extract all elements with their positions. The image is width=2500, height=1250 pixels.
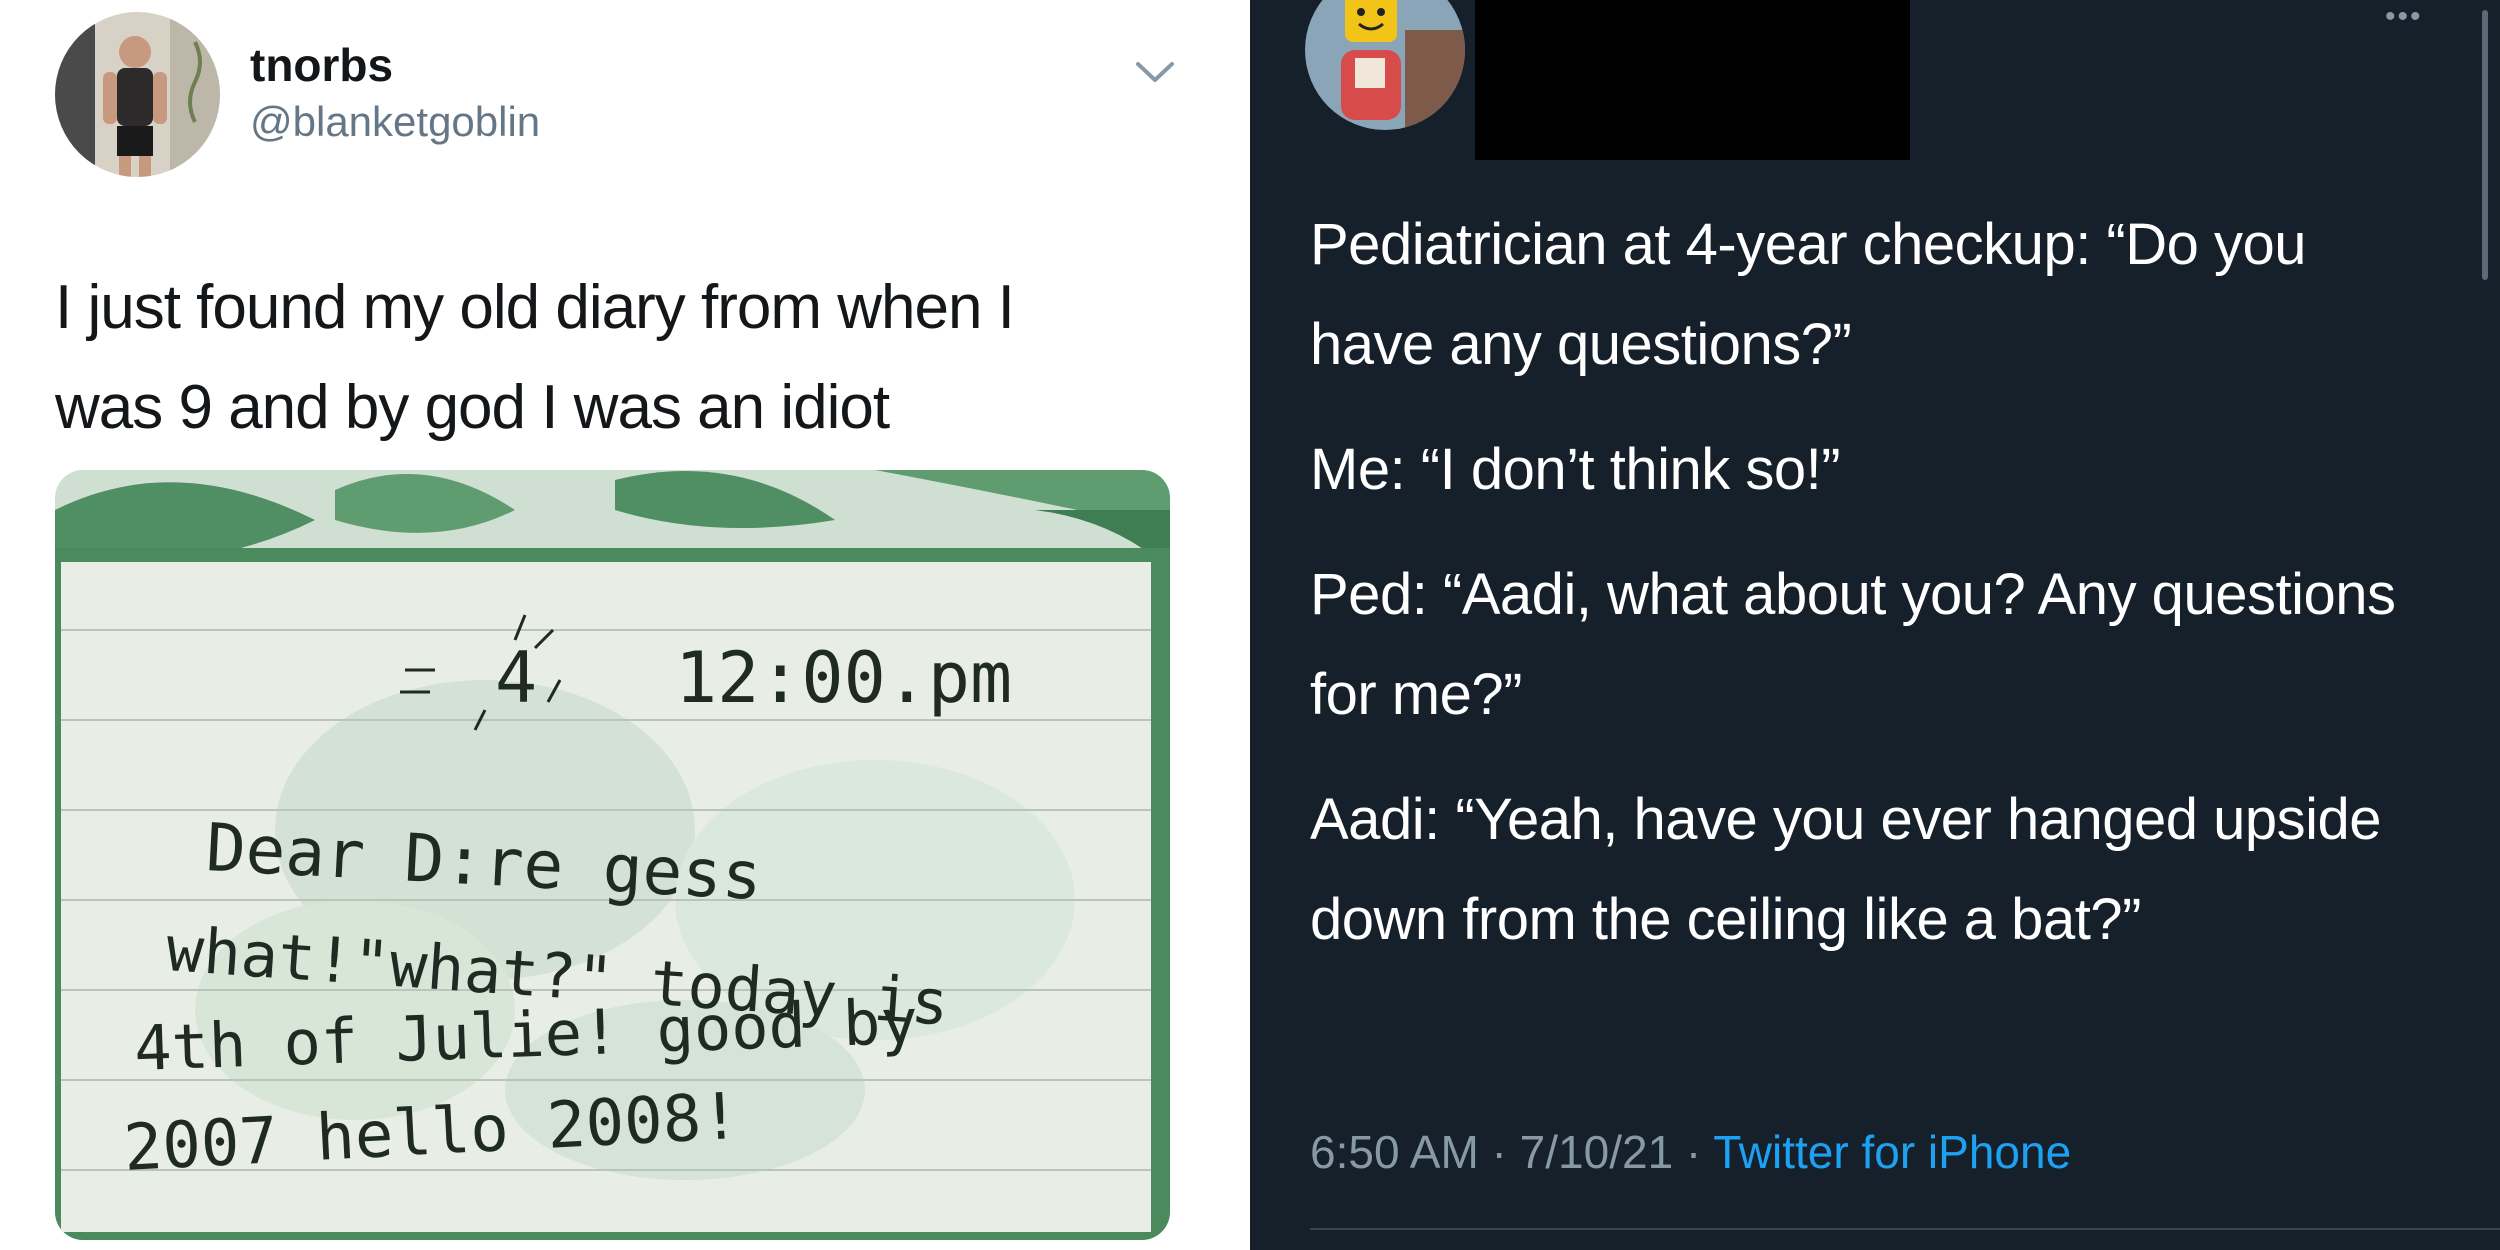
- avatar-photo: [55, 12, 220, 177]
- divider: [1310, 1228, 2500, 1230]
- tweet-paragraph: Aadi: “Yeah, have you ever hanged upside…: [1310, 787, 2382, 952]
- tweet-text: I just found my old diary from when I wa…: [55, 258, 1175, 458]
- tweet-left: tnorbs @blanketgoblin I just found my ol…: [0, 0, 1245, 1250]
- avatar[interactable]: [55, 12, 220, 177]
- ellipsis-icon[interactable]: •••: [2385, 0, 2423, 34]
- tweet-text-line: I just found my old diary from when I: [55, 273, 1015, 342]
- diary-page-image: 4 12:00.pm Dear D:re gess what!"what?" t…: [55, 470, 1170, 1240]
- scrollbar[interactable]: [2482, 10, 2488, 280]
- tweet-paragraph: Me: “I don’t think so!”: [1310, 437, 1841, 502]
- meta-separator: ·: [1673, 1126, 1714, 1178]
- diary-time: 12:00.pm: [675, 637, 1012, 719]
- tweet-text-line: was 9 and by god I was an idiot: [55, 373, 890, 442]
- meta-separator: ·: [1478, 1126, 1520, 1178]
- tweet-paragraph: Pediatrician at 4-year checkup: “Do you …: [1310, 212, 2307, 377]
- tweet-time: 6:50 AM: [1310, 1126, 1479, 1178]
- tweet-right: ••• Pediatrician at 4-year checkup: “Do …: [1250, 0, 2500, 1250]
- tweet-paragraph: Ped: “Aadi, what about you? Any question…: [1310, 562, 2396, 727]
- tweet-source-link[interactable]: Twitter for iPhone: [1713, 1126, 2071, 1178]
- user-handle[interactable]: @blanketgoblin: [250, 98, 540, 146]
- diary-photo[interactable]: 4 12:00.pm Dear D:re gess what!"what?" t…: [55, 470, 1170, 1240]
- avatar[interactable]: [1305, 0, 1465, 130]
- display-name[interactable]: tnorbs: [250, 38, 393, 92]
- tweet-meta: 6:50 AM · 7/10/21 · Twitter for iPhone: [1310, 1125, 2071, 1179]
- tweet-date[interactable]: 7/10/21: [1520, 1126, 1673, 1178]
- chevron-down-icon[interactable]: [1130, 52, 1180, 92]
- redacted-name-block: [1475, 0, 1910, 160]
- diary-date-mark: 4: [495, 637, 537, 719]
- avatar-photo: [1305, 0, 1465, 130]
